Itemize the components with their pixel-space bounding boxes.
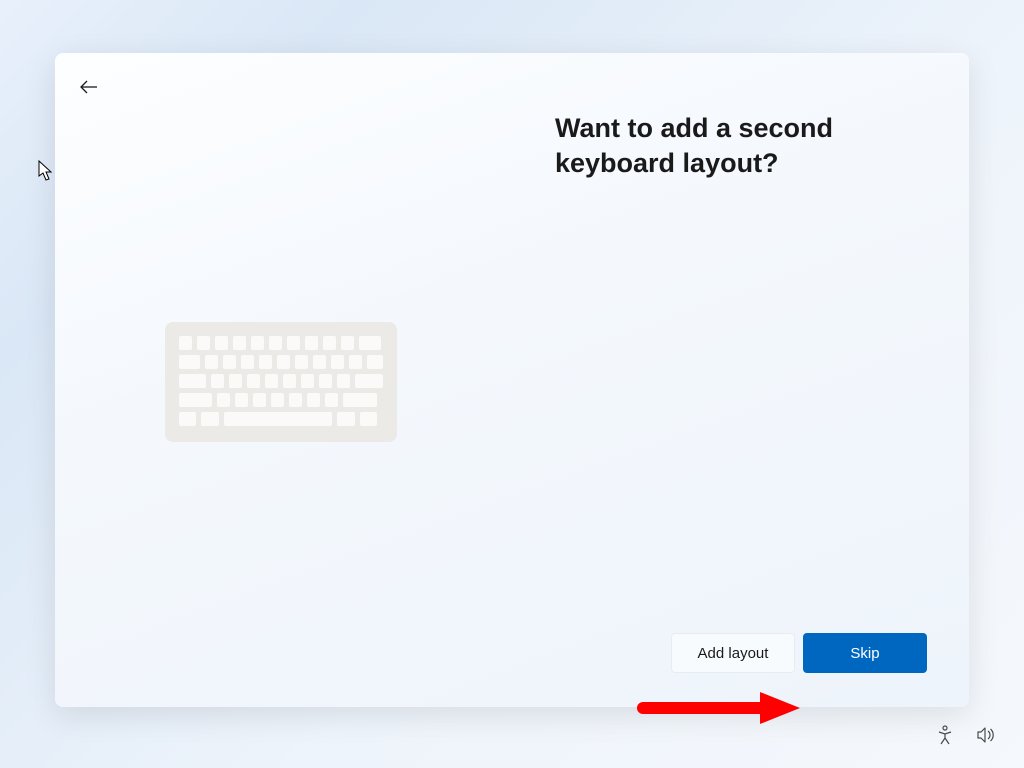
volume-icon[interactable] [976, 726, 996, 749]
skip-button[interactable]: Skip [803, 633, 927, 673]
back-button[interactable] [73, 71, 105, 103]
keyboard-illustration [165, 322, 397, 442]
back-arrow-icon [79, 79, 99, 95]
mouse-cursor [38, 160, 54, 182]
add-layout-button[interactable]: Add layout [671, 633, 795, 673]
oobe-dialog: Want to add a second keyboard layout? Ad… [55, 53, 969, 707]
accessibility-icon[interactable] [936, 725, 954, 750]
system-tray [936, 725, 996, 750]
page-title: Want to add a second keyboard layout? [555, 111, 915, 181]
button-row: Add layout Skip [671, 633, 927, 673]
